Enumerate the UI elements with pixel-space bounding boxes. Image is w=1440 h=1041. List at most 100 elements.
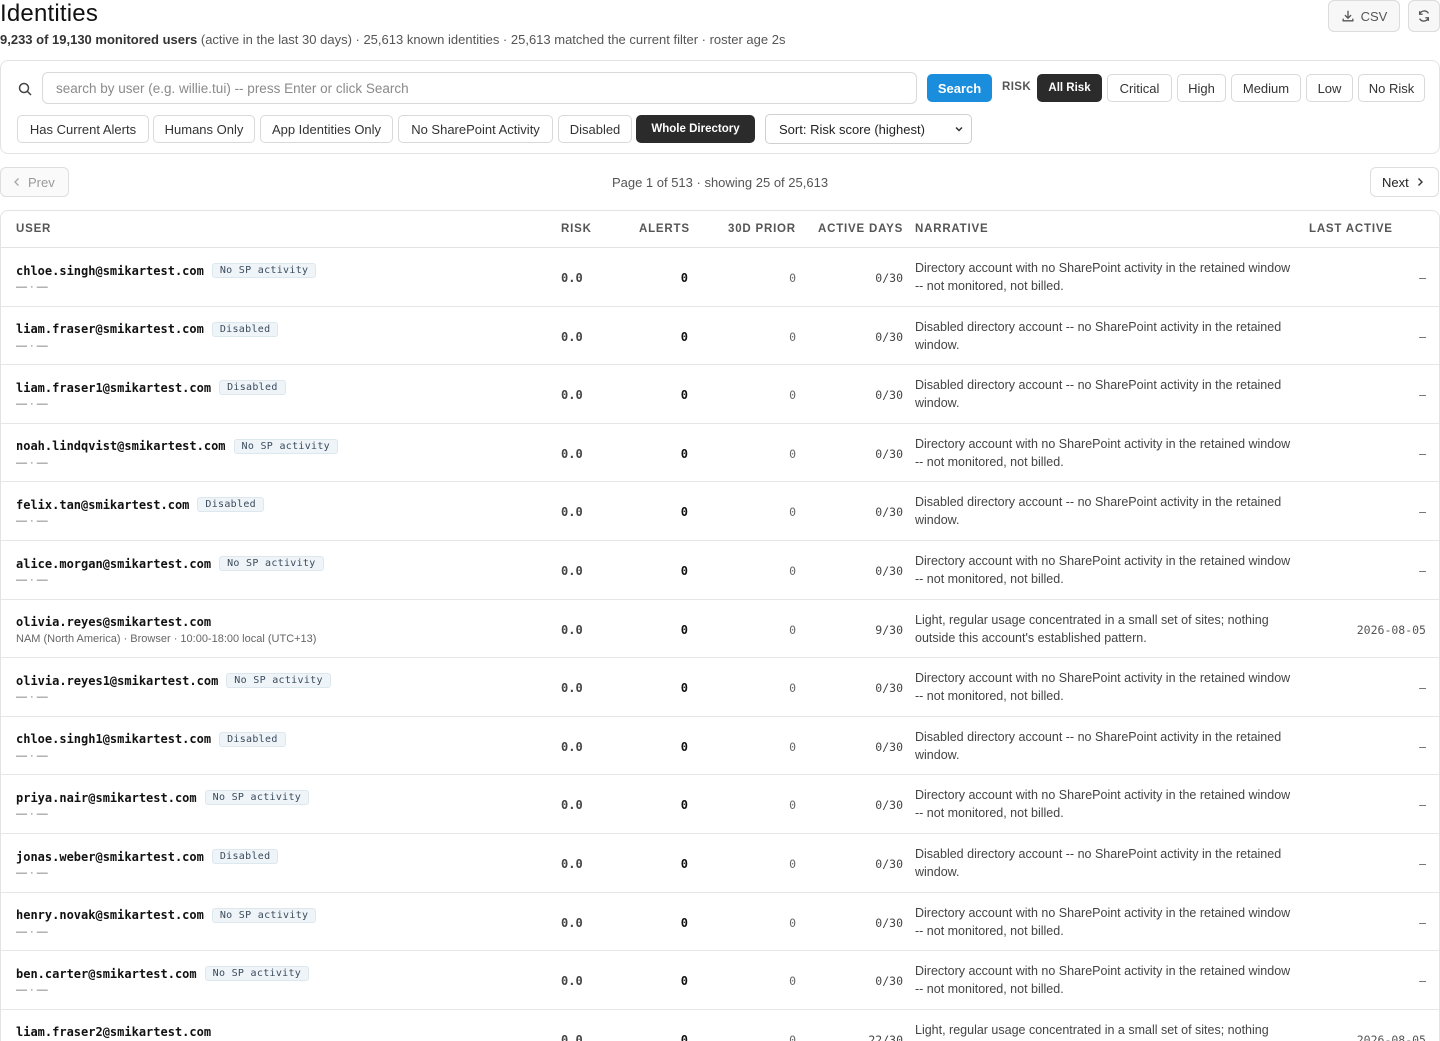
filter-whole-directory[interactable]: Whole Directory — [636, 115, 755, 143]
user-cell[interactable]: henry.novak@smikartest.com No SP activity — [16, 907, 317, 923]
column-header-user[interactable]: USER — [16, 223, 51, 235]
user-cell[interactable]: liam.fraser2@smikartest.com — [16, 1025, 211, 1039]
user-meta: — · — — [16, 574, 48, 586]
last-active: — — [1419, 446, 1426, 461]
risk-filter-low[interactable]: Low — [1306, 74, 1353, 102]
column-header-active-days[interactable]: ACTIVE DAYS — [818, 223, 903, 235]
user-cell[interactable]: felix.tan@smikartest.com Disabled — [16, 497, 264, 513]
risk-score: 0.0 — [561, 564, 583, 578]
active-days: 0/30 — [875, 857, 903, 871]
filter-panel: Search RISK All Risk Critical High Mediu… — [0, 60, 1440, 154]
narrative-text: Directory account with no SharePoint act… — [915, 554, 1291, 586]
table-row[interactable]: olivia.reyes@smikartest.com NAM (North Am… — [1, 600, 1439, 659]
table-row[interactable]: ben.carter@smikartest.com No SP activity —… — [1, 951, 1439, 1010]
next-button[interactable]: Next — [1370, 167, 1439, 197]
last-active: — — [1419, 388, 1426, 403]
page-subtitle: 9,233 of 19,130 monitored users (active … — [0, 32, 785, 47]
active-days: 0/30 — [875, 564, 903, 578]
user-meta: — · — — [16, 691, 48, 704]
risk-filter-critical[interactable]: Critical — [1107, 74, 1172, 102]
risk-filter-all[interactable]: All Risk — [1037, 74, 1102, 102]
table-row[interactable]: liam.fraser2@smikartest.com 0.0 0 0 22/30 Lig… — [1, 1010, 1439, 1041]
csv-label: CSV — [1360, 8, 1388, 24]
csv-export-button[interactable]: CSV — [1328, 0, 1400, 32]
active-days: 0/30 — [875, 329, 903, 344]
table-row[interactable]: chloe.singh@smikartest.com No SP activity… — [1, 248, 1439, 307]
user-email[interactable]: jonas.weber@smikartest.com — [16, 850, 204, 864]
narrative-text: Directory account with no SharePoint act… — [915, 671, 1291, 704]
filter-humans-only[interactable]: Humans Only — [153, 115, 255, 143]
user-email[interactable]: alice.morgan@smikartest.com — [16, 557, 211, 571]
risk-filter-high[interactable]: High — [1177, 74, 1226, 102]
filter-no-sharepoint-activity[interactable]: No SharePoint Activity — [398, 115, 553, 143]
user-email[interactable]: priya.nair@smikartest.com — [16, 791, 197, 805]
user-meta: — · — — [16, 339, 48, 352]
user-cell[interactable]: chloe.singh@smikartest.com No SP activity — [16, 263, 317, 278]
user-meta: NAM (North America) · Browser · 10:00-18… — [16, 632, 317, 645]
user-cell[interactable]: priya.nair@smikartest.com No SP activity — [16, 790, 310, 806]
user-email[interactable]: noah.lindqvist@smikartest.com — [16, 439, 226, 453]
user-cell[interactable]: noah.lindqvist@smikartest.com No SP activ… — [16, 438, 339, 454]
column-header-risk[interactable]: RISK — [561, 223, 592, 235]
last-active: 2026-08-05 — [1356, 622, 1426, 637]
user-meta: — · — — [16, 456, 48, 469]
last-active: — — [1419, 564, 1426, 578]
last-active: — — [1419, 798, 1426, 813]
last-active: — — [1419, 271, 1426, 285]
table-row[interactable]: noah.lindqvist@smikartest.com No SP activ… — [1, 424, 1439, 483]
table-row[interactable]: jonas.weber@smikartest.com Disabled — · — 0… — [1, 834, 1439, 893]
refresh-button[interactable] — [1408, 0, 1440, 32]
alerts-count: 0 — [680, 505, 688, 520]
table-row[interactable]: liam.fraser1@smikartest.com Disabled — · —… — [1, 365, 1439, 424]
risk-score: 0.0 — [561, 739, 583, 754]
column-header-narrative[interactable]: NARRATIVE — [915, 223, 988, 235]
sort-label: Sort: Risk score (highest) — [779, 121, 925, 137]
user-email[interactable]: liam.fraser@smikartest.com — [16, 322, 204, 336]
table-row[interactable]: priya.nair@smikartest.com No SP activity —… — [1, 775, 1439, 834]
column-header-alerts[interactable]: ALERTS — [639, 223, 690, 235]
user-email[interactable]: olivia.reyes@smikartest.com — [16, 615, 211, 629]
user-cell[interactable]: alice.morgan@smikartest.com No SP activit… — [16, 556, 324, 571]
user-email[interactable]: felix.tan@smikartest.com — [16, 498, 189, 512]
table-row[interactable]: chloe.singh1@smikartest.com Disabled — · —… — [1, 717, 1439, 776]
column-header-last-active[interactable]: LAST ACTIVE — [1309, 223, 1393, 235]
user-meta: — · — — [16, 867, 48, 879]
user-cell[interactable]: liam.fraser1@smikartest.com Disabled — [16, 380, 286, 396]
filter-has-current-alerts[interactable]: Has Current Alerts — [17, 115, 149, 143]
user-cell[interactable]: olivia.reyes@smikartest.com — [16, 615, 211, 629]
risk-score: 0.0 — [561, 329, 583, 344]
filter-disabled[interactable]: Disabled — [558, 115, 632, 143]
table-row[interactable]: felix.tan@smikartest.com Disabled — · — 0.0… — [1, 482, 1439, 541]
sort-select[interactable]: Sort: Risk score (highest) — [765, 114, 972, 144]
column-header-30d-prior[interactable]: 30D PRIOR — [728, 223, 796, 235]
user-email[interactable]: henry.novak@smikartest.com — [16, 908, 204, 922]
user-cell[interactable]: chloe.singh1@smikartest.com Disabled — [16, 731, 286, 747]
alerts-count: 0 — [680, 681, 688, 696]
user-email[interactable]: chloe.singh@smikartest.com — [16, 264, 204, 278]
risk-filter-none[interactable]: No Risk — [1358, 74, 1425, 102]
search-button[interactable]: Search — [927, 74, 992, 102]
alerts-count: 0 — [680, 271, 688, 285]
table-row[interactable]: alice.morgan@smikartest.com No SP activit… — [1, 541, 1439, 600]
user-email[interactable]: chloe.singh1@smikartest.com — [16, 732, 211, 746]
status-badge: No SP activity — [233, 438, 339, 454]
filter-app-identities-only[interactable]: App Identities Only — [260, 115, 393, 143]
table-row[interactable]: olivia.reyes1@smikartest.com No SP activi… — [1, 658, 1439, 717]
user-email[interactable]: liam.fraser1@smikartest.com — [16, 381, 211, 395]
user-email[interactable]: olivia.reyes1@smikartest.com — [16, 674, 218, 688]
active-days: 0/30 — [875, 681, 903, 696]
user-cell[interactable]: jonas.weber@smikartest.com Disabled — [16, 849, 279, 864]
status-badge: Disabled — [211, 849, 279, 864]
user-email[interactable]: ben.carter@smikartest.com — [16, 967, 197, 981]
refresh-icon — [1418, 10, 1430, 22]
risk-filter-medium[interactable]: Medium — [1231, 74, 1301, 102]
user-email[interactable]: liam.fraser2@smikartest.com — [16, 1025, 211, 1039]
last-active: 2026-08-05 — [1356, 1032, 1426, 1041]
table-row[interactable]: liam.fraser@smikartest.com Disabled — · — 0… — [1, 307, 1439, 366]
user-cell[interactable]: ben.carter@smikartest.com No SP activity — [16, 966, 310, 982]
search-input[interactable] — [42, 72, 917, 104]
user-cell[interactable]: olivia.reyes1@smikartest.com No SP activi… — [16, 673, 331, 689]
table-row[interactable]: henry.novak@smikartest.com No SP activity… — [1, 893, 1439, 952]
user-cell[interactable]: liam.fraser@smikartest.com Disabled — [16, 321, 279, 337]
status-badge: No SP activity — [219, 556, 324, 571]
